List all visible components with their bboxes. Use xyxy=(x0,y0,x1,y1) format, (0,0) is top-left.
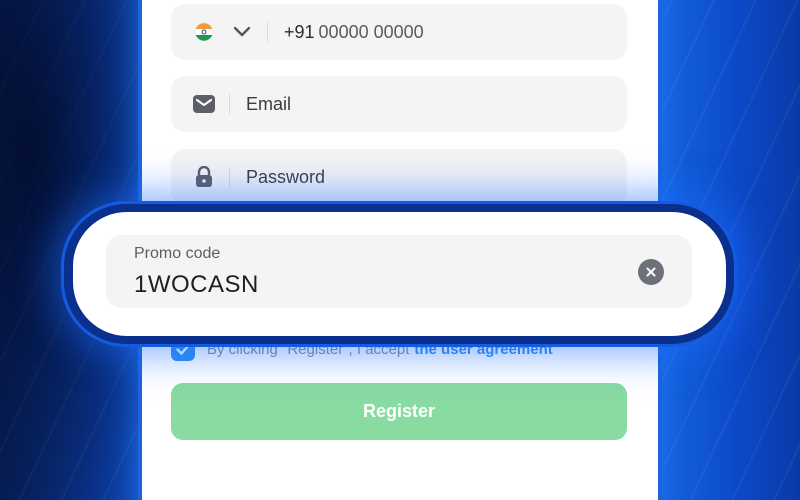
chevron-down-icon[interactable] xyxy=(231,21,253,43)
lock-icon xyxy=(193,166,215,188)
phone-prefix: +91 xyxy=(284,21,315,42)
promo-screen: +91 00000 00000 Email Password By clicki… xyxy=(0,0,800,500)
india-flag-icon[interactable] xyxy=(193,21,215,43)
password-field[interactable]: Password xyxy=(171,149,627,205)
register-button[interactable]: Register xyxy=(171,383,627,440)
email-field[interactable]: Email xyxy=(171,76,627,132)
field-divider xyxy=(267,22,268,42)
phone-field[interactable]: +91 00000 00000 xyxy=(171,4,627,60)
field-divider xyxy=(229,94,230,114)
phone-input[interactable]: 00000 00000 xyxy=(319,22,424,43)
mail-icon xyxy=(193,93,215,115)
promo-code-input[interactable]: 1WOCASN xyxy=(134,271,259,299)
promo-code-field[interactable]: Promo code 1WOCASN xyxy=(106,235,692,308)
promo-code-label: Promo code xyxy=(134,245,221,262)
password-input[interactable]: Password xyxy=(246,167,325,188)
email-input[interactable]: Email xyxy=(246,94,291,115)
close-icon[interactable] xyxy=(638,259,664,285)
field-divider xyxy=(229,167,230,187)
